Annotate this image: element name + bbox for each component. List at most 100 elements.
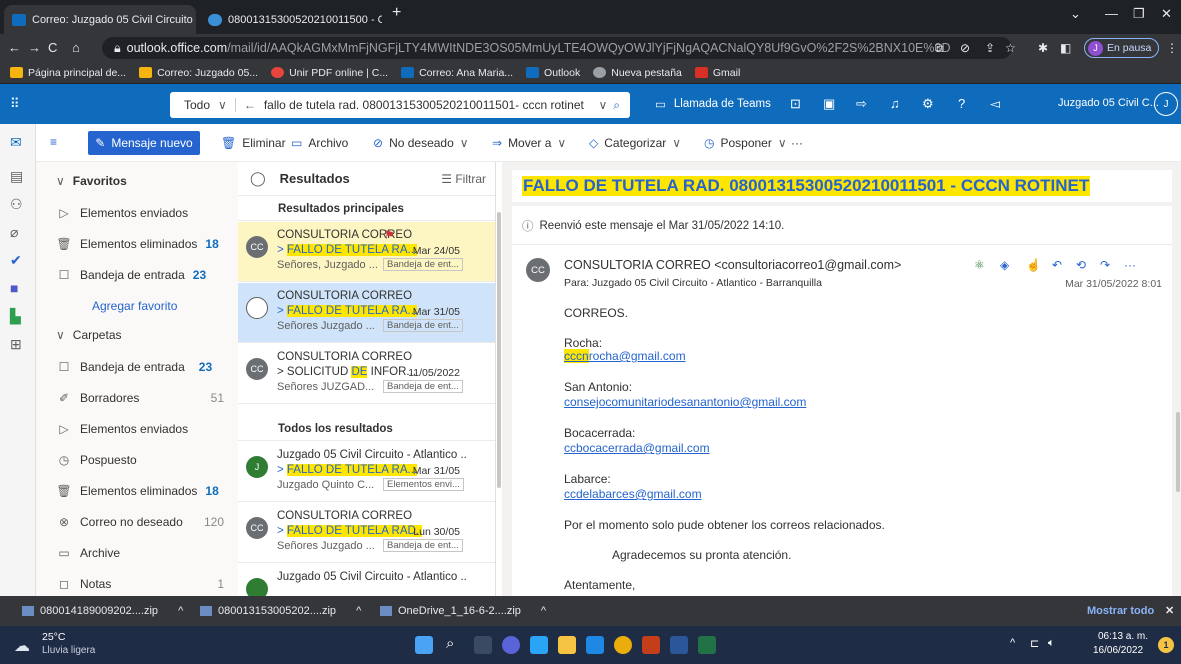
teams-call-button[interactable]: ▭ Llamada de Teams — [655, 97, 771, 111]
list-item[interactable]: Juzgado 05 Civil Circuito - Atlantico ..… — [238, 564, 495, 596]
browser-menu-icon[interactable]: ⋮ — [1166, 41, 1178, 55]
chat-icon[interactable]: ⊡ — [790, 96, 801, 112]
categorize-button[interactable]: ◇ Categorizar ∨ — [589, 136, 681, 150]
profile-button[interactable]: J En pausa — [1084, 38, 1159, 58]
bookings-icon[interactable]: ▙ — [10, 308, 21, 325]
chevron-up-icon[interactable]: ^ — [356, 605, 361, 617]
favorite-deleted[interactable]: 🗑︎ Elementos eliminados 18 — [36, 233, 238, 255]
bookmark-item[interactable]: Correo: Juzgado 05... — [139, 67, 258, 79]
folder-junk[interactable]: ⊗ Correo no deseado 120 — [36, 511, 238, 533]
email-link[interactable]: ccdelabarces@gmail.com — [564, 487, 702, 501]
network-icon[interactable]: ⊏ — [1030, 637, 1039, 650]
download-item[interactable]: 080013153005202....zip ^ — [200, 605, 361, 617]
weather-condition[interactable]: Lluvia ligera — [42, 645, 95, 656]
back-arrow-icon[interactable]: ← — [236, 98, 256, 112]
chevron-up-icon[interactable]: ^ — [1010, 637, 1015, 649]
browser-tab-onedrive[interactable]: 0800131530052021001150​0 - On ✕ — [200, 5, 382, 34]
more-actions-button[interactable]: ··· — [791, 136, 803, 150]
bookmark-item[interactable]: Página principal de... — [10, 67, 126, 79]
list-item[interactable]: CC CONSULTORIA CORREO ⚑ > FALLO DE TUTEL… — [238, 222, 495, 282]
filter-button[interactable]: ☰ Filtrar — [441, 172, 486, 186]
bookmark-item[interactable]: Gmail — [694, 67, 740, 79]
list-item[interactable]: J Juzgado 05 Civil Circuito - Atlantico … — [238, 442, 495, 502]
favorites-header[interactable]: ∨ Favoritos — [36, 170, 238, 192]
reply-all-icon[interactable]: ⟲ — [1076, 258, 1086, 272]
tab-search-icon[interactable]: ⌄ — [1070, 6, 1081, 22]
calendar-icon[interactable]: ▤ — [10, 168, 23, 185]
edge-icon[interactable] — [530, 636, 548, 654]
folder-archive[interactable]: ▭ Archive — [36, 542, 238, 564]
bookmark-star-icon[interactable]: ☆ — [1005, 41, 1016, 55]
weather-cloud-icon[interactable]: ☁ — [14, 636, 30, 656]
select-all-icon[interactable]: ◯ — [250, 170, 266, 187]
email-link[interactable]: cccnrocha@gmail.com — [564, 349, 686, 363]
reading-scrollbar[interactable] — [1176, 412, 1180, 492]
email-link[interactable]: consejocomunitariodesanantonio@gmail.com — [564, 395, 806, 409]
store-icon[interactable] — [586, 636, 604, 654]
folder-notes[interactable]: ◻ Notas 1 — [36, 573, 238, 595]
nav-toggle-icon[interactable]: ≡ — [50, 135, 57, 149]
like-icon[interactable]: ☝ — [1026, 258, 1041, 272]
chrome-icon[interactable] — [614, 636, 632, 654]
more-apps-icon[interactable]: ⊞ — [10, 336, 22, 353]
attach-icon[interactable]: ⌀ — [10, 224, 18, 241]
help-icon[interactable]: ? — [958, 96, 965, 111]
forward-icon[interactable]: → — [28, 40, 41, 55]
minimize-icon[interactable]: — — [1105, 6, 1118, 21]
sender-name[interactable]: CONSULTORIA CORREO <consultoriacorreo1@g… — [564, 258, 901, 272]
feedback-icon[interactable]: ◅ — [990, 96, 1000, 112]
list-item[interactable]: CC CONSULTORIA CORREO > FALLO DE TUTELA … — [238, 503, 495, 563]
folder-snoozed[interactable]: ◷ Pospuesto — [36, 449, 238, 471]
bookmark-item[interactable]: Correo: Ana Maria... — [401, 67, 513, 79]
bookmark-item[interactable]: Nueva pestaña — [593, 67, 682, 79]
archive-button[interactable]: ▭ Archivo — [291, 136, 348, 150]
reply-icon[interactable]: ↶ — [1052, 258, 1062, 272]
folder-sent[interactable]: ▷ Elementos enviados — [36, 418, 238, 440]
settings-gear-icon[interactable]: ⚙ — [922, 96, 934, 112]
bookmark-item[interactable]: Unir PDF online | C... — [271, 67, 388, 79]
folder-drafts[interactable]: ✐ Borradores 51 — [36, 387, 238, 409]
delete-button[interactable]: 🗑︎ Eliminar — [221, 136, 286, 150]
file-explorer-icon[interactable] — [558, 636, 576, 654]
task-view-icon[interactable] — [474, 636, 492, 654]
search-input[interactable]: fallo de tutela rad. 0800131530052021001… — [256, 98, 584, 112]
email-link[interactable]: ccbocacerrada@gmail.com — [564, 441, 710, 455]
select-checkbox[interactable] — [246, 297, 268, 319]
favorite-inbox[interactable]: ☐ Bandeja de entrada 23 — [36, 264, 238, 286]
todo-check-icon[interactable]: ✔ — [10, 252, 22, 269]
excel-icon[interactable] — [698, 636, 716, 654]
account-name[interactable]: Juzgado 05 Civil C... — [1058, 97, 1159, 109]
teams-chat-icon[interactable] — [502, 636, 520, 654]
chevron-up-icon[interactable]: ^ — [178, 605, 183, 617]
powerpoint-icon[interactable] — [642, 636, 660, 654]
flag-icon[interactable]: ⚑ — [384, 228, 395, 242]
notification-badge[interactable]: 1 — [1158, 637, 1174, 653]
search-scope-dropdown[interactable]: Todo ∨ — [170, 98, 236, 112]
windows-start-icon[interactable] — [415, 636, 433, 654]
folder-inbox[interactable]: ☐ Bandeja de entrada 23 — [36, 356, 238, 378]
list-item-selected[interactable]: CONSULTORIA CORREO > FALLO DE TUTELA RA.… — [238, 283, 495, 343]
download-item[interactable]: 080014189009202....zip ^ — [22, 605, 183, 617]
extensions-icon[interactable]: ✱ — [1038, 41, 1048, 55]
search-box[interactable]: Todo ∨ ← fallo de tutela rad. 08001315300… — [170, 92, 630, 118]
sidepanel-icon[interactable]: ◧ — [1060, 41, 1071, 55]
volume-icon[interactable]: 🔈︎ — [1048, 637, 1055, 650]
close-window-icon[interactable]: ✕ — [1161, 6, 1172, 22]
weather-temp[interactable]: 25°C — [42, 631, 65, 643]
move-to-button[interactable]: ⇒ Mover a ∨ — [492, 136, 566, 150]
bell-icon[interactable]: ♫ — [890, 96, 900, 111]
chevron-up-icon[interactable]: ^ — [541, 605, 546, 617]
forward-icon[interactable]: ↷ — [1100, 258, 1110, 272]
chevron-down-icon[interactable]: ∨ — [598, 98, 613, 112]
folders-header[interactable]: ∨ Carpetas — [36, 324, 238, 346]
add-favorite-link[interactable]: Agregar favorito — [36, 295, 238, 317]
close-downloads-icon[interactable]: ✕ — [1165, 604, 1174, 617]
message-list-scrollbar[interactable] — [497, 212, 501, 488]
new-message-button[interactable]: ✎ Mensaje nuevo — [88, 131, 200, 155]
snooze-button[interactable]: ◷ Posponer ∨ — [704, 136, 787, 150]
maximize-icon[interactable]: ❐ — [1133, 6, 1145, 22]
install-app-icon[interactable]: ⧉ — [935, 41, 944, 56]
mail-icon[interactable]: ✉ — [10, 134, 22, 151]
todo-icon[interactable]: ⇨ — [856, 96, 867, 112]
immersive-reader-icon[interactable]: ◈ — [1000, 258, 1009, 272]
